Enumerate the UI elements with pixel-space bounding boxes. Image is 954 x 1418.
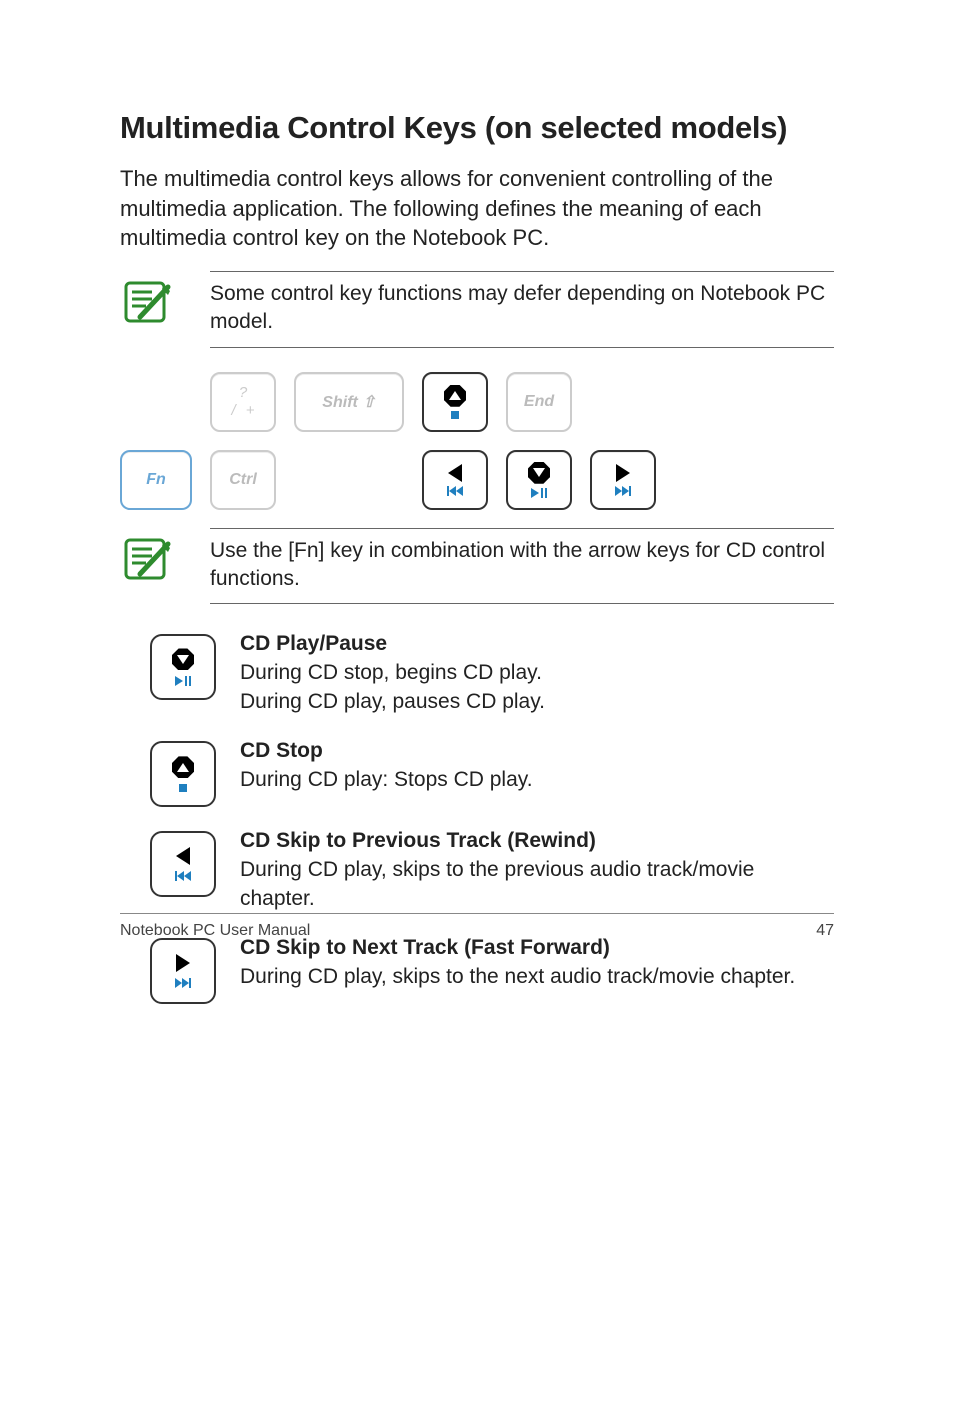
footer-page-number: 47 <box>816 922 834 940</box>
item-prev: CD Skip to Previous Track (Rewind) Durin… <box>150 827 834 914</box>
key-arrow-left <box>422 450 488 510</box>
item-stop-line1: During CD play: Stops CD play. <box>240 766 834 795</box>
intro-paragraph: The multimedia control keys allows for c… <box>120 164 834 253</box>
key-shift: Shift ⇧ <box>294 372 404 432</box>
item-play-title: CD Play/Pause <box>240 630 834 659</box>
item-prev-title: CD Skip to Previous Track (Rewind) <box>240 827 834 856</box>
key-arrow-right <box>590 450 656 510</box>
key-slash: ? / + <box>210 372 276 432</box>
item-play-line2: During CD play, pauses CD play. <box>240 688 834 717</box>
item-next-line1: During CD play, skips to the next audio … <box>240 963 834 992</box>
note-icon <box>120 534 174 588</box>
key-end: End <box>506 372 572 432</box>
stop-key-icon <box>150 741 216 807</box>
note-2-text: Use the [Fn] key in combination with the… <box>210 528 834 605</box>
key-ctrl: Ctrl <box>210 450 276 510</box>
item-stop: CD Stop During CD play: Stops CD play. <box>150 737 834 807</box>
keys-diagram: ? / + Shift ⇧ End Fn <box>210 372 834 510</box>
item-play: CD Play/Pause During CD stop, begins CD … <box>150 630 834 717</box>
key-slash-left: / <box>232 403 236 418</box>
key-fn-label: Fn <box>146 471 166 489</box>
key-slash-top: ? <box>239 385 247 400</box>
page-footer: Notebook PC User Manual 47 <box>120 913 834 940</box>
note-icon <box>120 277 174 331</box>
item-prev-line1: During CD play, skips to the previous au… <box>240 856 834 914</box>
play-pause-key-icon <box>150 634 216 700</box>
key-end-label: End <box>524 393 554 411</box>
footer-left: Notebook PC User Manual <box>120 922 310 940</box>
prev-key-icon <box>150 831 216 897</box>
item-stop-title: CD Stop <box>240 737 834 766</box>
item-next: CD Skip to Next Track (Fast Forward) Dur… <box>150 934 834 1004</box>
next-key-icon <box>150 938 216 1004</box>
item-play-line1: During CD stop, begins CD play. <box>240 659 834 688</box>
note-2: Use the [Fn] key in combination with the… <box>120 528 834 605</box>
key-shift-label: Shift ⇧ <box>322 392 375 412</box>
page-heading: Multimedia Control Keys (on selected mod… <box>120 110 834 146</box>
key-arrow-up <box>422 372 488 432</box>
key-ctrl-label: Ctrl <box>229 471 257 489</box>
note-1-text: Some control key functions may defer dep… <box>210 271 834 348</box>
key-fn: Fn <box>120 450 192 510</box>
note-1: Some control key functions may defer dep… <box>120 271 834 348</box>
key-slash-right: + <box>246 403 255 418</box>
key-arrow-down <box>506 450 572 510</box>
